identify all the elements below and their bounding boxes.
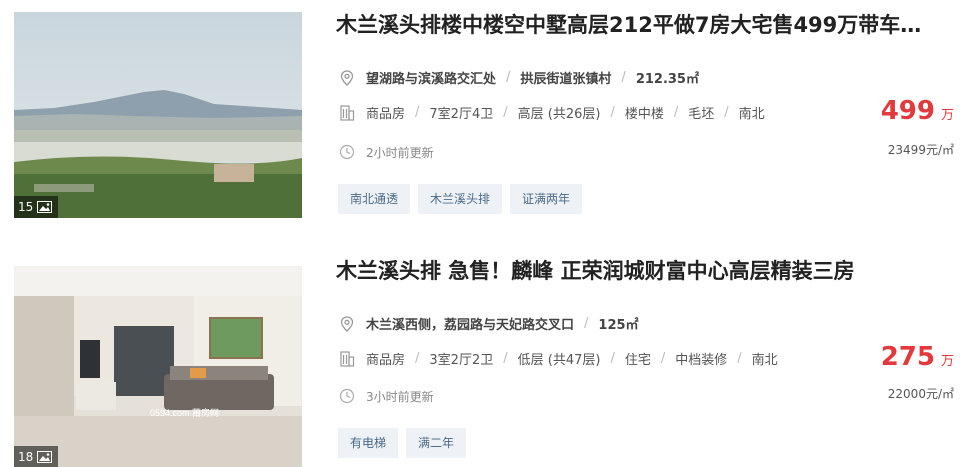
address-row: 望湖路与滨溪路交汇处 / 拱辰街道张镇村 / 212.35㎡ [338, 68, 699, 87]
room-layout: 3室2厅2卫 [429, 353, 494, 368]
floor-level: 低层 (共47层) [517, 353, 601, 368]
info-row: 商品房 / 7室2厅4卫 / 高层 (共26层) / 楼中楼 / 毛坯 / 南北 [338, 103, 765, 122]
info-row: 商品房 / 3室2厅2卫 / 低层 (共47层) / 住宅 / 中档装修 / 南… [338, 349, 778, 368]
listing-title[interactable]: 木兰溪头排楼中楼空中墅高层212平做7房大宅售499万带车位送120平露台 [336, 10, 936, 40]
photo-count-badge: 15 [14, 196, 59, 218]
update-time: 3小时前更新 [366, 389, 434, 404]
tag: 有电梯 [338, 428, 399, 458]
price-unit: 万 [940, 354, 954, 369]
listing-photo[interactable]: 15 [14, 12, 302, 218]
listing-photo[interactable]: 0594.com 莆房网 18 [14, 266, 302, 467]
landscape-photo [14, 12, 302, 218]
living-room-photo: 0594.com 莆房网 [14, 266, 302, 467]
property-type: 商品房 [366, 107, 406, 122]
tag: 木兰溪头排 [418, 184, 503, 214]
listing-card[interactable]: 15 木兰溪头排楼中楼空中墅高层212平做7房大宅售499万带车位送120平露台… [0, 0, 968, 230]
floor-area: 125㎡ [598, 318, 639, 333]
separator: / [415, 351, 420, 366]
address-road[interactable]: 望湖路与滨溪路交汇处 [366, 68, 496, 87]
photo-count-badge: 18 [14, 446, 59, 467]
update-row: 2小时前更新 [338, 143, 434, 161]
location-pin-icon [340, 69, 354, 86]
separator: / [621, 70, 626, 85]
separator: / [506, 70, 511, 85]
photo-count: 18 [18, 450, 34, 464]
tag-list: 南北通透 木兰溪头排 证满两年 [338, 184, 583, 214]
separator: / [610, 105, 615, 120]
property-type: 商品房 [366, 353, 406, 368]
update-row: 3小时前更新 [338, 387, 434, 405]
building-icon [340, 104, 355, 121]
building-type: 楼中楼 [624, 107, 664, 122]
unit-price: 23499元/㎡ [887, 143, 954, 157]
orientation: 南北 [738, 107, 765, 122]
building-type: 住宅 [624, 353, 651, 368]
listing-card[interactable]: 0594.com 莆房网 18 木兰溪头排 急售！麟峰 正荣润城财富中心高层精装… [0, 250, 968, 467]
separator: / [610, 351, 615, 366]
decoration: 中档装修 [675, 353, 728, 368]
watermark: 0594.com 莆房网 [150, 407, 219, 418]
clock-icon [339, 388, 355, 404]
separator: / [503, 351, 508, 366]
location-pin-icon [340, 315, 354, 332]
total-price: 499 万 [881, 96, 954, 126]
price-value: 499 [880, 96, 935, 126]
image-icon [37, 201, 53, 213]
separator: / [503, 105, 508, 120]
separator: / [737, 351, 742, 366]
price-unit: 万 [940, 108, 954, 123]
tag: 满二年 [406, 428, 467, 458]
separator: / [660, 351, 666, 366]
unit-price: 22000元/㎡ [887, 387, 954, 401]
building-icon [340, 350, 355, 367]
tag-list: 有电梯 满二年 [338, 428, 467, 458]
separator: / [584, 316, 589, 331]
room-layout: 7室2厅4卫 [429, 107, 494, 122]
floor-level: 高层 (共26层) [517, 107, 601, 122]
separator: / [673, 105, 679, 120]
orientation: 南北 [751, 353, 778, 368]
update-time: 2小时前更新 [366, 145, 434, 160]
clock-icon [339, 144, 355, 160]
tag: 证满两年 [510, 184, 583, 214]
address-row: 木兰溪西侧，荔园路与天妃路交叉口 / 125㎡ [338, 314, 639, 333]
separator: / [415, 105, 420, 120]
image-icon [37, 451, 53, 463]
floor-area: 212.35㎡ [635, 72, 699, 87]
address-area[interactable]: 拱辰街道张镇村 [520, 68, 611, 87]
price-value: 275 [880, 342, 935, 372]
tag: 南北通透 [338, 184, 411, 214]
photo-count: 15 [18, 200, 34, 214]
address-road[interactable]: 木兰溪西侧，荔园路与天妃路交叉口 [366, 314, 574, 333]
total-price: 275 万 [881, 342, 954, 372]
listing-title[interactable]: 木兰溪头排 急售！麟峰 正荣润城财富中心高层精装三房 [336, 256, 936, 286]
decoration: 毛坯 [688, 107, 715, 122]
separator: / [724, 105, 729, 120]
